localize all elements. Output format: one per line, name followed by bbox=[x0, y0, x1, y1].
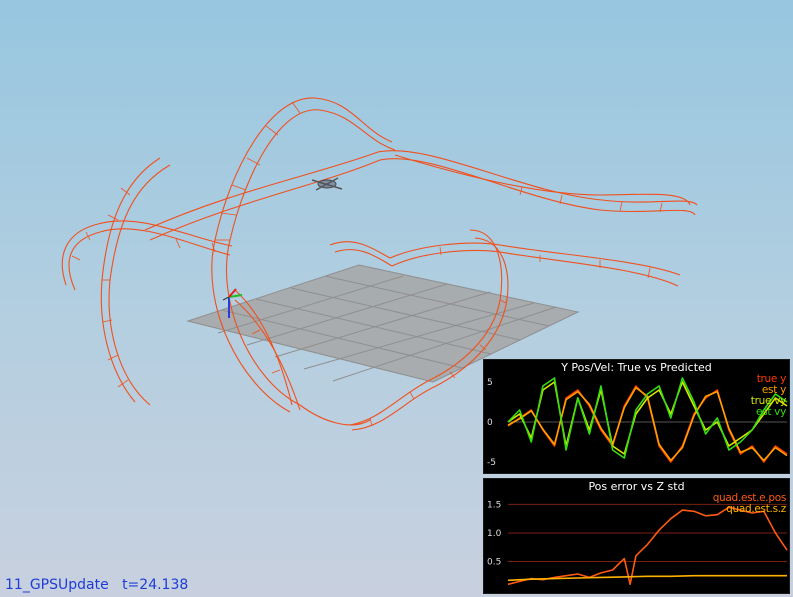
plot-y-pos-vel-canvas: 5 0 -5 bbox=[487, 377, 788, 468]
y-tick-label: 0 bbox=[487, 418, 493, 428]
y-tick-label: -5 bbox=[487, 458, 496, 468]
quadrotor-drone[interactable] bbox=[311, 177, 343, 191]
scenario-name: 11_GPSUpdate bbox=[5, 577, 109, 593]
series-line-est-vy bbox=[507, 377, 788, 459]
y-tick-label: 1.0 bbox=[487, 529, 502, 539]
plot-pos-error-vs-z-std[interactable]: Pos error vs Z std 1.5 1.0 0.5 quad.est.e.… bbox=[483, 478, 790, 594]
y-tick-label: 1.5 bbox=[487, 500, 501, 510]
status-bar: 11_GPSUpdate t=24.138 bbox=[5, 577, 188, 593]
legend-est-vy: est vy bbox=[755, 406, 786, 418]
plot-legend: quad.est.e.pos quad.est.s.z bbox=[713, 493, 787, 515]
series-line-quad-est-e-pos bbox=[507, 506, 788, 586]
plot-legend: true y est y true vy est vy bbox=[751, 374, 787, 418]
sim-time: t=24.138 bbox=[122, 577, 189, 593]
series-line-quad-est-s-z bbox=[507, 574, 787, 582]
plot-y-pos-vel[interactable]: Y Pos/Vel: True vs Predicted 5 0 -5 true y… bbox=[483, 359, 790, 474]
legend-quad-est-s-z: quad.est.s.z bbox=[726, 503, 786, 515]
y-tick-label: 5 bbox=[487, 378, 493, 388]
y-tick-label: 0.5 bbox=[487, 557, 501, 567]
series-line-true-vy bbox=[507, 381, 788, 455]
